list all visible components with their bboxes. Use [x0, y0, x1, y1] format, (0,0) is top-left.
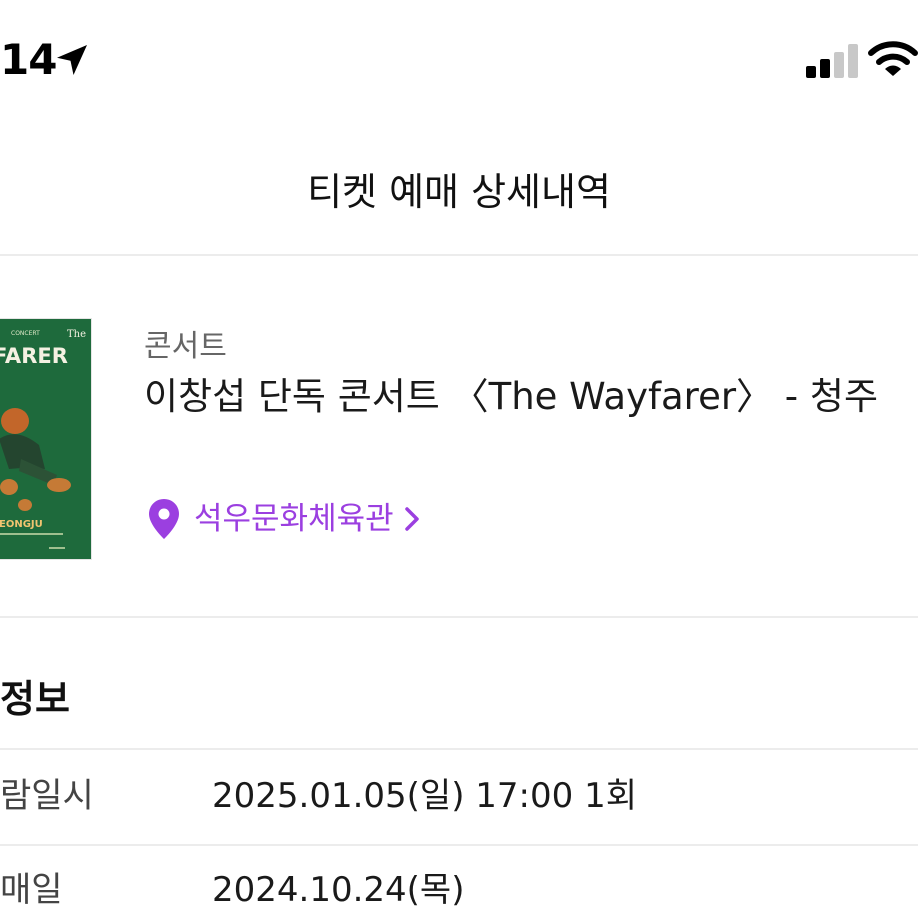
concert-poster-image[interactable]: CONCERT The FARER EONGJU	[0, 318, 92, 560]
venue-name: 석우문화체육관	[194, 501, 394, 537]
booking-date-label: 매일	[0, 870, 63, 910]
ticket-detail-screen: 14 티켓 예매 상세내역 CONCERT The FARER EONGJU 콘…	[0, 0, 918, 918]
booking-info-divider	[0, 748, 918, 750]
summary-divider	[0, 616, 918, 618]
location-arrow-icon	[57, 45, 87, 75]
booking-date-value: 2024.10.24(목)	[212, 870, 465, 910]
event-title: 이창섭 단독 콘서트 〈The Wayfarer〉 - 청주	[144, 375, 878, 418]
poster-the-text: The	[67, 329, 86, 340]
booking-info-title: 정보	[0, 677, 70, 721]
poster-top-text: CONCERT	[11, 330, 40, 337]
poster-title-text: FARER	[0, 344, 68, 368]
venue-link[interactable]: 석우문화체육관	[146, 496, 422, 542]
viewing-datetime-label: 람일시	[0, 776, 94, 816]
status-time: 14	[0, 35, 57, 84]
wifi-icon	[868, 41, 918, 76]
header-divider	[0, 254, 918, 256]
viewing-datetime-value: 2025.01.05(일) 17:00 1회	[212, 776, 637, 816]
map-pin-icon	[149, 499, 179, 539]
row-divider	[0, 844, 918, 846]
cellular-signal-icon	[806, 44, 858, 78]
page-title: 티켓 예매 상세내역	[307, 170, 611, 214]
poster-city-text: EONGJU	[0, 519, 43, 530]
event-category: 콘서트	[144, 329, 227, 364]
chevron-right-icon	[404, 507, 419, 531]
